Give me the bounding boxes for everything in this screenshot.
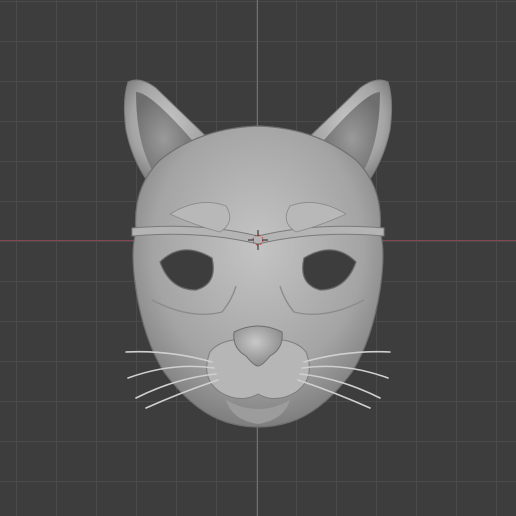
3d-viewport[interactable]	[0, 0, 516, 516]
3d-cursor-icon	[248, 230, 268, 250]
cat-mask-model[interactable]	[0, 0, 516, 516]
